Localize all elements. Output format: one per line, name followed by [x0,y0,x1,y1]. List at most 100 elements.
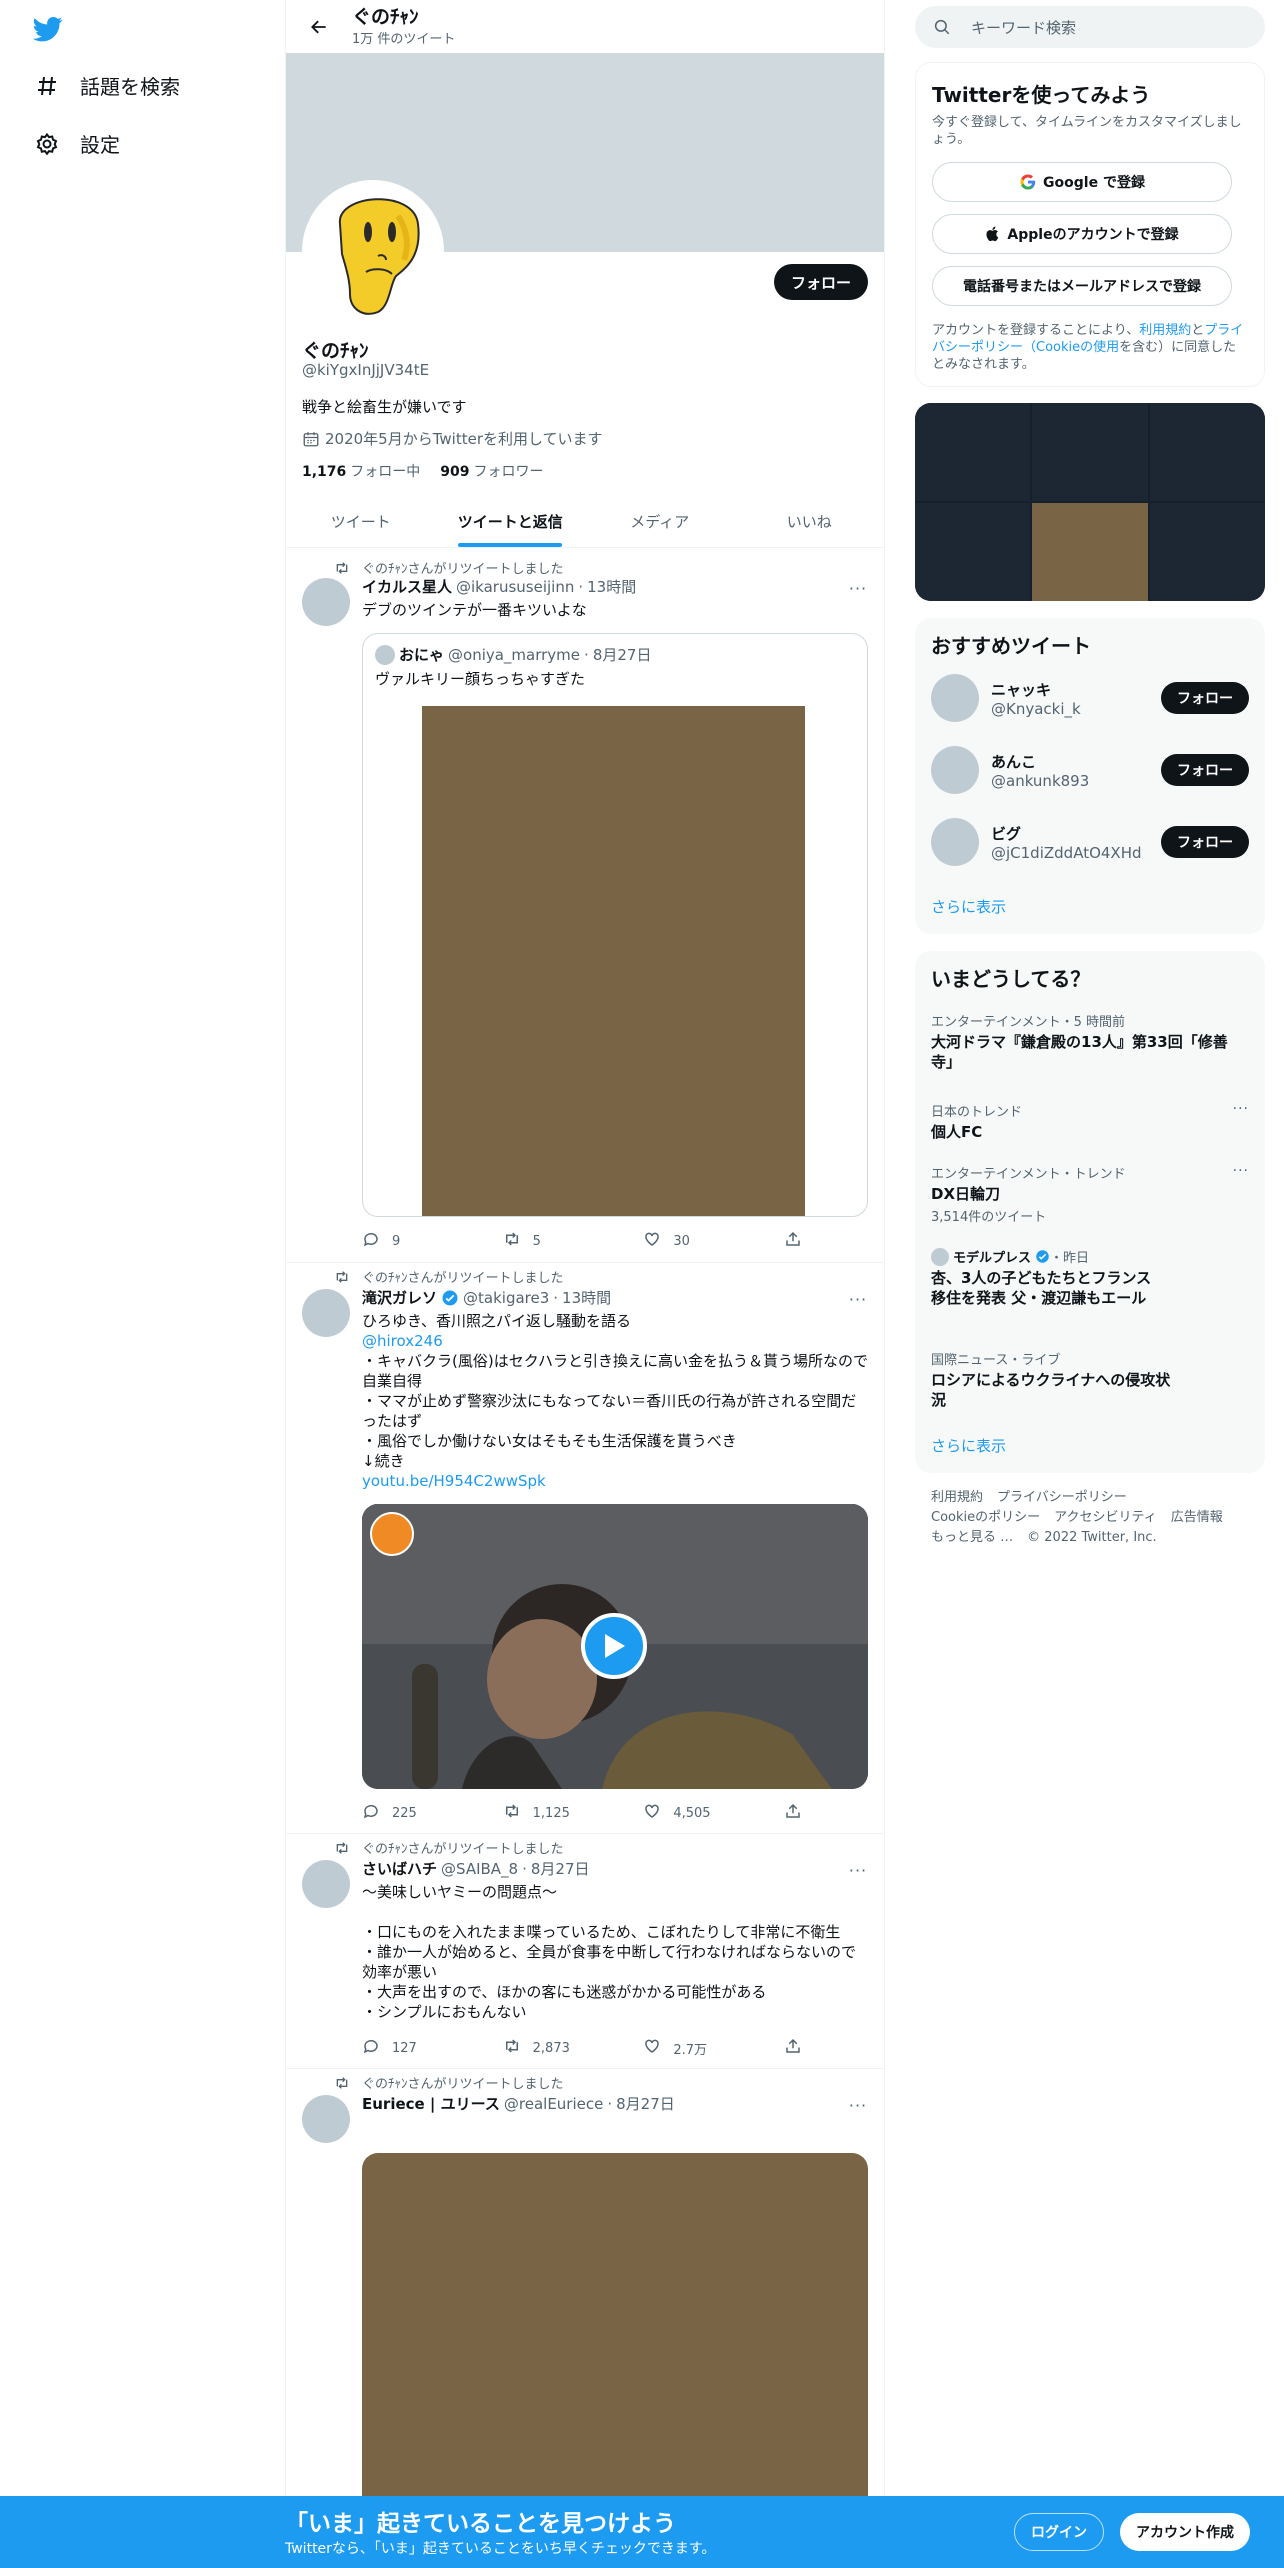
tab-likes[interactable]: いいね [735,495,885,547]
media-thumb[interactable] [1032,503,1148,601]
media-thumb[interactable] [1032,403,1148,501]
retweet-button[interactable]: 5 [503,1230,583,1252]
nav-settings[interactable]: 設定 [34,129,120,158]
apple-icon [985,225,1001,243]
media-thumb[interactable] [1149,503,1265,601]
trend-item[interactable]: モデルプレス ・昨日 杏、3人の子どもたちとフランス移住を発表 父・渡辺謙もエー… [931,1247,1249,1308]
avatar[interactable] [302,578,350,626]
terms-link[interactable]: 利用規約 [1139,323,1191,338]
more-icon[interactable]: ··· [848,1289,868,1309]
back-arrow-icon[interactable] [302,10,336,44]
avatar[interactable] [302,2095,350,2143]
trend-item[interactable]: 日本のトレンド 個人FC ··· [931,1101,1249,1142]
reply-button[interactable]: 225 [362,1802,442,1824]
share-button[interactable] [784,1802,804,1824]
phone-email-signup-button[interactable]: 電話番号またはメールアドレスで登録 [932,266,1232,306]
tweet-time[interactable]: 8月27日 [616,2093,675,2114]
footer-link[interactable]: プライバシーポリシー [997,1490,1127,1505]
reply-button[interactable]: 127 [362,2037,442,2059]
tweet[interactable]: ぐのﾁｬﾝさんがリツイートしました さいばハチ @SAIBA_8 · 8月27日… [286,1834,884,2069]
reco-user[interactable]: あんこ @ankunk893 フォロー [931,746,1249,794]
trend-item[interactable]: エンターテインメント・トレンド DX日輪刀 3,514件のツイート ··· [931,1163,1249,1225]
tweet-line: ・キャバクラ(風俗)はセクハラと引き換えに高い金を払う＆貰う場所なので自業自得 [362,1352,868,1390]
video-player[interactable] [362,1504,868,1789]
like-button[interactable]: 2.7万 [643,2037,723,2059]
tweet-text: デブのツインテが一番キツいよな [362,601,587,619]
footer-link[interactable]: 広告情報 [1171,1510,1223,1525]
tweet-image[interactable] [362,2153,868,2513]
tweet-author-handle[interactable]: @realEuriece [504,2095,603,2113]
follow-button[interactable]: フォロー [1161,826,1249,858]
tweet-author-handle[interactable]: @ikarususeijinn [456,578,574,596]
profile-topbar: ぐのﾁｬﾝ 1万 件のツイート [286,0,884,53]
tweet-time[interactable]: 13時間 [562,1287,611,1308]
retweet-button[interactable]: 2,873 [503,2037,583,2059]
like-button[interactable]: 30 [643,1230,723,1252]
quote-text: ヴァルキリー顔ちっちゃすぎた [375,670,586,688]
reply-button[interactable]: 9 [362,1230,442,1252]
like-button[interactable]: 4,505 [643,1802,723,1824]
retweet-button[interactable]: 1,125 [503,1802,583,1824]
trend-item[interactable]: エンターテインメント・5 時間前 大河ドラマ『鎌倉殿の13人』第33回「修善寺」 [931,1011,1249,1072]
tab-media[interactable]: メディア [585,495,735,547]
mention-link[interactable]: @hirox246 [362,1331,868,1351]
retweet-indicator: ぐのﾁｬﾝさんがリツイートしました [334,558,564,577]
quote-image[interactable] [422,706,805,1216]
tweet-author-name[interactable]: さいばハチ [362,1858,437,1879]
trend-item[interactable]: 国際ニュース・ライブ ロシアによるウクライナへの侵攻状況 [931,1349,1249,1410]
tweet[interactable]: ぐのﾁｬﾝさんがリツイートしました 滝沢ガレソ @takigare3 · 13時… [286,1263,884,1834]
quote-tweet[interactable]: おにゃ @oniya_marryme · 8月27日 ヴァルキリー顔ちっちゃすぎ… [362,633,868,1217]
tweet-author-name[interactable]: イカルス星人 [362,576,452,597]
avatar[interactable] [931,674,979,722]
nav-explore[interactable]: 話題を検索 [34,71,180,100]
footer-more-link[interactable]: もっと見る … [931,1530,1013,1545]
media-thumb[interactable] [915,403,1031,501]
more-icon[interactable]: ··· [848,1860,868,1880]
youtube-link[interactable]: youtu.be/H954C2wwSpk [362,1471,868,1491]
avatar[interactable] [931,746,979,794]
follow-button[interactable]: フォロー [1161,754,1249,786]
profile-follow-button[interactable]: フォロー [773,264,868,300]
share-button[interactable] [784,2037,804,2059]
tweet-author-name[interactable]: Euriece | ユリース [362,2093,500,2114]
trends-show-more-link[interactable]: さらに表示 [931,1435,1006,1456]
tweet-author-handle[interactable]: @takigare3 [463,1289,549,1307]
more-icon[interactable]: ··· [1233,1101,1249,1117]
tab-tweets[interactable]: ツイート [286,495,436,547]
media-thumb[interactable] [1149,403,1265,501]
footer-link[interactable]: Cookieのポリシー [931,1510,1040,1525]
tab-tweets-and-replies[interactable]: ツイートと返信 [436,495,586,547]
create-account-button[interactable]: アカウント作成 [1120,2513,1250,2551]
reco-show-more-link[interactable]: さらに表示 [931,896,1006,917]
more-icon[interactable]: ··· [848,2095,868,2115]
footer-link[interactable]: 利用規約 [931,1490,983,1505]
tweet-author-handle[interactable]: @SAIBA_8 [441,1860,518,1878]
following-link[interactable]: 1,176 フォロー中 [302,461,420,481]
search-box[interactable]: キーワード検索 [915,6,1265,48]
reco-user[interactable]: ニャッキ @Knyacki_k フォロー [931,674,1249,722]
tweet-time[interactable]: 8月27日 [531,1858,590,1879]
share-button[interactable] [784,1230,804,1252]
more-icon[interactable]: ··· [1233,1163,1249,1179]
twitter-logo-icon[interactable] [32,14,63,44]
tweet-time[interactable]: 13時間 [587,576,636,597]
verified-badge-icon [441,1289,459,1307]
follow-button[interactable]: フォロー [1161,682,1249,714]
apple-signup-button[interactable]: Appleのアカウントで登録 [932,214,1232,254]
followers-link[interactable]: 909 フォロワー [440,461,543,481]
reco-user[interactable]: ビグ @jC1diZddAtO4XHd フォロー [931,818,1249,866]
google-signup-button[interactable]: Google で登録 [932,162,1232,202]
more-icon[interactable]: ··· [848,578,868,598]
login-button[interactable]: ログイン [1014,2513,1104,2551]
media-thumb[interactable] [915,503,1031,601]
profile-avatar[interactable] [302,180,444,322]
avatar[interactable] [931,818,979,866]
tweet-author-name[interactable]: 滝沢ガレソ [362,1287,437,1308]
share-icon [784,1230,802,1252]
tweet[interactable]: ぐのﾁｬﾝさんがリツイートしました Euriece | ユリース @realEu… [286,2069,884,2513]
footer-link[interactable]: アクセシビリティ [1054,1510,1157,1525]
avatar[interactable] [302,1860,350,1908]
tweet[interactable]: ぐのﾁｬﾝさんがリツイートしました イカルス星人 @ikarususeijinn… [286,548,884,1263]
play-icon[interactable] [581,1613,647,1679]
avatar[interactable] [302,1289,350,1337]
